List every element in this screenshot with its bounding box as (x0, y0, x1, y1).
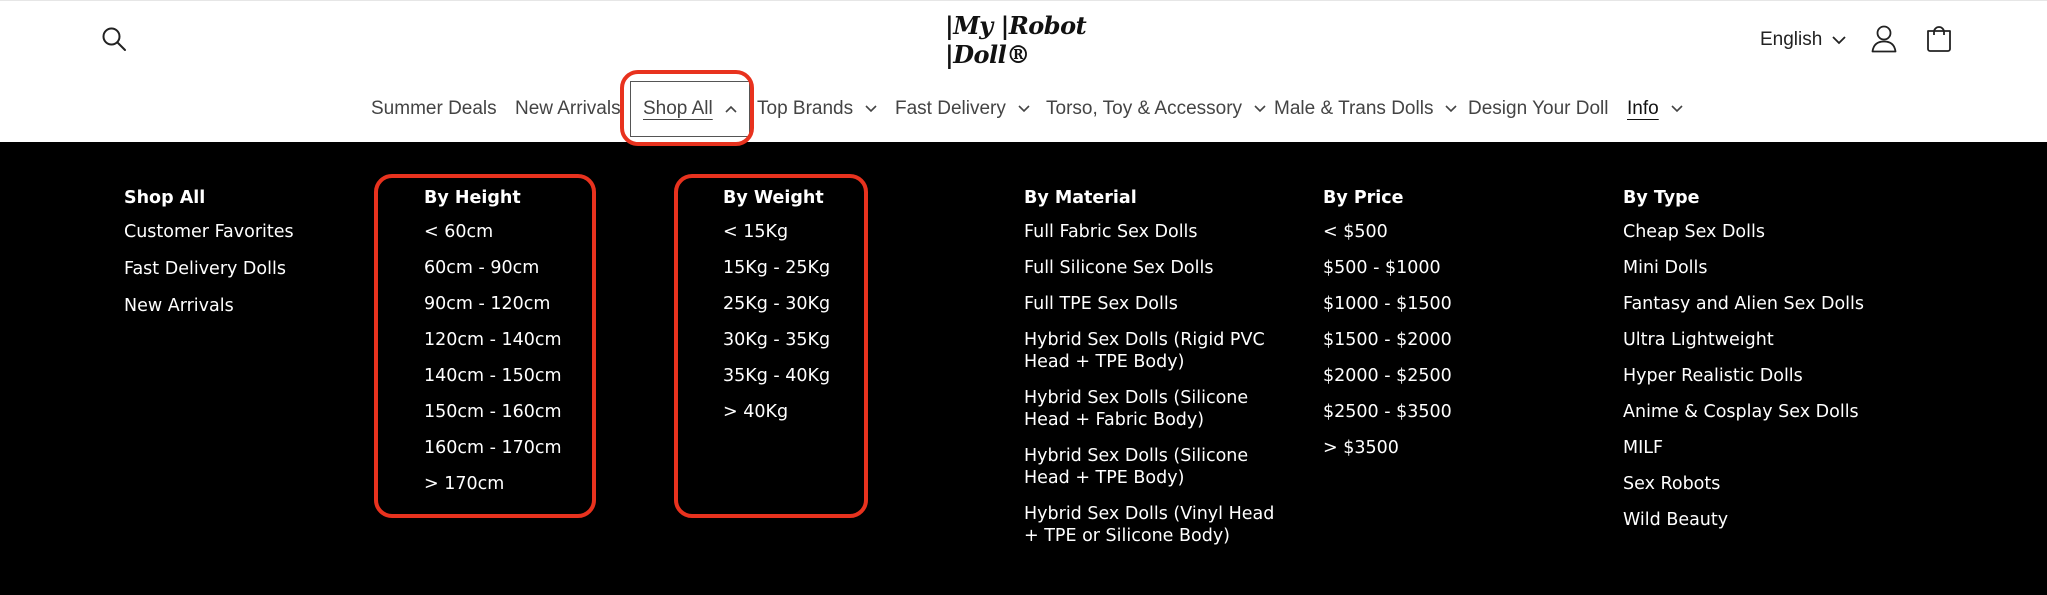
nav-item-male-trans-dolls[interactable]: Male & Trans Dolls (1274, 91, 1458, 127)
menu-link[interactable]: < 60cm (424, 221, 562, 243)
menu-link[interactable]: $2000 - $2500 (1323, 365, 1452, 387)
menu-link[interactable]: Full Silicone Sex Dolls (1024, 257, 1294, 279)
nav-label: Male & Trans Dolls (1274, 98, 1434, 119)
column-heading: By Price (1323, 188, 1404, 208)
nav-item-top-brands[interactable]: Top Brands (757, 91, 877, 127)
menu-link[interactable]: Anime & Cosplay Sex Dolls (1623, 401, 1864, 423)
nav-label: Shop All (643, 98, 713, 119)
menu-link[interactable]: Hybrid Sex Dolls (Silicone Head + TPE Bo… (1024, 445, 1294, 489)
menu-link[interactable]: 120cm - 140cm (424, 329, 562, 351)
menu-link[interactable]: 60cm - 90cm (424, 257, 562, 279)
menu-link[interactable]: Full Fabric Sex Dolls (1024, 221, 1294, 243)
menu-link[interactable]: Fast Delivery Dolls (124, 258, 294, 280)
column-heading: By Height (424, 188, 521, 208)
site-logo[interactable]: |My |Robot |Doll® (945, 11, 1105, 69)
menu-column-by-type: By Type Cheap Sex Dolls Mini Dolls Fanta… (1623, 184, 1864, 545)
chevron-down-icon (1018, 105, 1030, 113)
menu-link[interactable]: 90cm - 120cm (424, 293, 562, 315)
menu-link[interactable]: Full TPE Sex Dolls (1024, 293, 1294, 315)
menu-link[interactable]: $2500 - $3500 (1323, 401, 1452, 423)
nav-item-design-your-doll[interactable]: Design Your Doll (1468, 91, 1608, 127)
nav-label: Top Brands (757, 98, 854, 119)
nav-label: Fast Delivery (895, 98, 1006, 119)
menu-column-by-height: By Height < 60cm 60cm - 90cm 90cm - 120c… (424, 184, 562, 509)
column-heading: By Type (1623, 188, 1700, 208)
nav-item-summer-deals[interactable]: Summer Deals (371, 91, 497, 127)
menu-link[interactable]: Hybrid Sex Dolls (Rigid PVC Head + TPE B… (1024, 329, 1294, 373)
chevron-down-icon (1671, 105, 1683, 113)
chevron-up-icon (725, 105, 737, 113)
nav-label: Design Your Doll (1468, 98, 1609, 119)
nav-label: New Arrivals (515, 98, 621, 119)
menu-link[interactable]: Customer Favorites (124, 221, 294, 243)
menu-link[interactable]: < $500 (1323, 221, 1452, 243)
cart-icon[interactable] (1921, 21, 1957, 57)
nav-item-shop-all[interactable]: Shop All (630, 81, 750, 137)
site-header: |My |Robot |Doll® English Summer Deals N… (0, 0, 2047, 142)
search-icon[interactable] (96, 21, 132, 57)
language-selector[interactable]: English (1760, 25, 1846, 55)
column-heading: By Weight (723, 188, 824, 208)
chevron-down-icon (865, 105, 877, 113)
menu-link[interactable]: 25Kg - 30Kg (723, 293, 830, 315)
menu-link[interactable]: Fantasy and Alien Sex Dolls (1623, 293, 1864, 315)
menu-link[interactable]: New Arrivals (124, 295, 294, 317)
menu-column-by-weight: By Weight < 15Kg 15Kg - 25Kg 25Kg - 30Kg… (723, 184, 830, 437)
menu-link[interactable]: Hybrid Sex Dolls (Vinyl Head + TPE or Si… (1024, 503, 1294, 547)
menu-link[interactable]: MILF (1623, 437, 1864, 459)
menu-link[interactable]: Ultra Lightweight (1623, 329, 1864, 351)
nav-item-fast-delivery[interactable]: Fast Delivery (895, 91, 1030, 127)
nav-item-new-arrivals[interactable]: New Arrivals (515, 91, 621, 127)
menu-link[interactable]: $1500 - $2000 (1323, 329, 1452, 351)
chevron-down-icon (1254, 105, 1266, 113)
logo-text: |My |Robot |Doll® (945, 11, 1087, 69)
menu-link[interactable]: > 40Kg (723, 401, 830, 423)
mega-menu: Shop All Customer Favorites Fast Deliver… (0, 142, 2047, 595)
menu-link[interactable]: $500 - $1000 (1323, 257, 1452, 279)
chevron-down-icon (1445, 105, 1458, 113)
nav-label: Torso, Toy & Accessory (1046, 98, 1243, 119)
column-heading: Shop All (124, 188, 206, 208)
language-label: English (1760, 29, 1823, 50)
menu-link[interactable]: 140cm - 150cm (424, 365, 562, 387)
menu-link[interactable]: 160cm - 170cm (424, 437, 562, 459)
menu-column-by-price: By Price < $500 $500 - $1000 $1000 - $15… (1323, 184, 1452, 473)
nav-item-torso-toy-accessory[interactable]: Torso, Toy & Accessory (1046, 91, 1266, 127)
menu-column-by-material: By Material Full Fabric Sex Dolls Full S… (1024, 184, 1294, 561)
menu-link[interactable]: Cheap Sex Dolls (1623, 221, 1864, 243)
menu-link[interactable]: Mini Dolls (1623, 257, 1864, 279)
nav-label: Summer Deals (371, 98, 497, 119)
menu-link[interactable]: < 15Kg (723, 221, 830, 243)
menu-link[interactable]: 15Kg - 25Kg (723, 257, 830, 279)
menu-link[interactable]: > 170cm (424, 473, 562, 495)
nav-item-info[interactable]: Info (1627, 91, 1683, 127)
account-icon[interactable] (1866, 21, 1902, 57)
menu-link[interactable]: 150cm - 160cm (424, 401, 562, 423)
main-nav: Summer Deals New Arrivals Shop All Top B… (0, 81, 2047, 137)
column-heading: By Material (1024, 188, 1137, 208)
nav-label: Info (1627, 98, 1659, 119)
menu-link[interactable]: 35Kg - 40Kg (723, 365, 830, 387)
menu-link[interactable]: $1000 - $1500 (1323, 293, 1452, 315)
menu-link[interactable]: > $3500 (1323, 437, 1452, 459)
menu-column-shop-all: Shop All Customer Favorites Fast Deliver… (124, 184, 294, 332)
menu-link[interactable]: Hyper Realistic Dolls (1623, 365, 1864, 387)
menu-link[interactable]: Wild Beauty (1623, 509, 1864, 531)
chevron-down-icon (1832, 35, 1846, 44)
menu-link[interactable]: 30Kg - 35Kg (723, 329, 830, 351)
menu-link[interactable]: Hybrid Sex Dolls (Silicone Head + Fabric… (1024, 387, 1294, 431)
menu-link[interactable]: Sex Robots (1623, 473, 1864, 495)
